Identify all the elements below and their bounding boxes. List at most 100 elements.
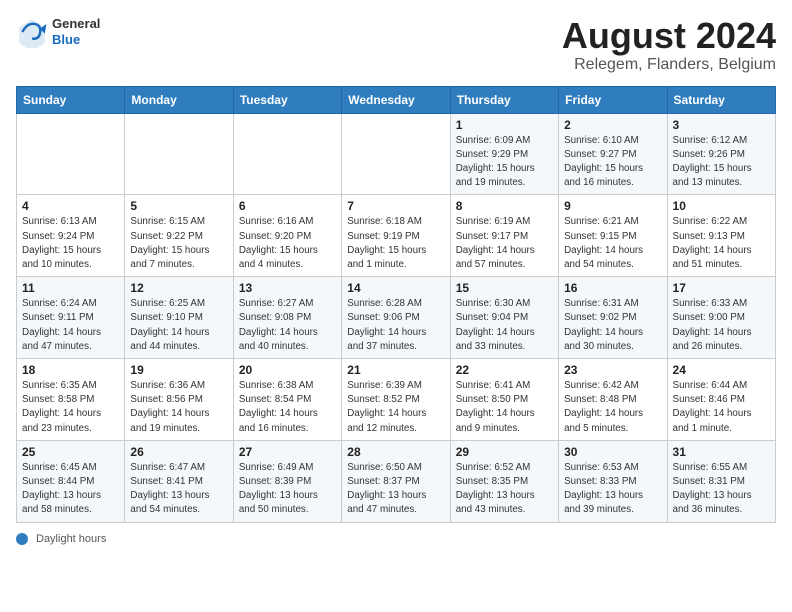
- calendar-cell: 17 Sunrise: 6:33 AM Sunset: 9:00 PM Dayli…: [667, 277, 775, 359]
- calendar-day-header: Monday: [125, 86, 233, 113]
- day-info: Sunrise: 6:44 AM Sunset: 8:46 PM Dayligh…: [673, 379, 770, 436]
- day-number: 10: [673, 199, 770, 213]
- calendar-cell: 2Sunrise: 6:10 AM Sunset: 9:27 PM Daylig…: [559, 113, 667, 195]
- calendar-week-row: 4 Sunrise: 6:13 AM Sunset: 9:24 PM Daylig…: [17, 195, 776, 277]
- day-info: Sunrise: 6:36 AM Sunset: 8:56 PM Dayligh…: [130, 379, 227, 436]
- day-number: 7: [347, 199, 444, 213]
- day-info: Sunrise: 6:24 AM Sunset: 9:11 PM Dayligh…: [22, 297, 119, 354]
- calendar-cell: 6 Sunrise: 6:16 AM Sunset: 9:20 PM Daylig…: [233, 195, 341, 277]
- day-info: Sunrise: 6:41 AM Sunset: 8:50 PM Dayligh…: [456, 379, 553, 436]
- day-info: Sunrise: 6:13 AM Sunset: 9:24 PM Dayligh…: [22, 215, 119, 272]
- calendar-cell: 30 Sunrise: 6:53 AM Sunset: 8:33 PM Dayli…: [559, 440, 667, 522]
- calendar-cell: [17, 113, 125, 195]
- calendar-day-header: Sunday: [17, 86, 125, 113]
- day-number: 8: [456, 199, 553, 213]
- calendar-week-row: 18 Sunrise: 6:35 AM Sunset: 8:58 PM Dayli…: [17, 359, 776, 441]
- day-info: Sunrise: 6:31 AM Sunset: 9:02 PM Dayligh…: [564, 297, 661, 354]
- day-info: Sunrise: 6:50 AM Sunset: 8:37 PM Dayligh…: [347, 461, 444, 518]
- day-number: 5: [130, 199, 227, 213]
- calendar-cell: 5 Sunrise: 6:15 AM Sunset: 9:22 PM Daylig…: [125, 195, 233, 277]
- calendar-cell: 7 Sunrise: 6:18 AM Sunset: 9:19 PM Daylig…: [342, 195, 450, 277]
- calendar-cell: 27 Sunrise: 6:49 AM Sunset: 8:39 PM Dayli…: [233, 440, 341, 522]
- day-info: Sunrise: 6:19 AM Sunset: 9:17 PM Dayligh…: [456, 215, 553, 272]
- day-number: 18: [22, 363, 119, 377]
- day-number: 3: [673, 118, 770, 132]
- calendar-cell: 15 Sunrise: 6:30 AM Sunset: 9:04 PM Dayli…: [450, 277, 558, 359]
- day-info: Sunrise: 6:45 AM Sunset: 8:44 PM Dayligh…: [22, 461, 119, 518]
- day-number: 20: [239, 363, 336, 377]
- day-info: Sunrise: 6:16 AM Sunset: 9:20 PM Dayligh…: [239, 215, 336, 272]
- page-header: General Blue August 2024 Relegem, Flande…: [16, 16, 776, 74]
- day-number: 23: [564, 363, 661, 377]
- calendar-cell: 26 Sunrise: 6:47 AM Sunset: 8:41 PM Dayli…: [125, 440, 233, 522]
- calendar-cell: 19 Sunrise: 6:36 AM Sunset: 8:56 PM Dayli…: [125, 359, 233, 441]
- calendar-cell: 21Sunrise: 6:39 AM Sunset: 8:52 PM Dayli…: [342, 359, 450, 441]
- day-number: 19: [130, 363, 227, 377]
- day-number: 17: [673, 281, 770, 295]
- day-number: 11: [22, 281, 119, 295]
- day-number: 24: [673, 363, 770, 377]
- day-number: 12: [130, 281, 227, 295]
- day-number: 15: [456, 281, 553, 295]
- day-number: 31: [673, 445, 770, 459]
- logo-general: General: [52, 16, 100, 32]
- day-number: 4: [22, 199, 119, 213]
- day-info: Sunrise: 6:21 AM Sunset: 9:15 PM Dayligh…: [564, 215, 661, 272]
- calendar-day-header: Tuesday: [233, 86, 341, 113]
- day-info: Sunrise: 6:30 AM Sunset: 9:04 PM Dayligh…: [456, 297, 553, 354]
- day-number: 1: [456, 118, 553, 132]
- calendar-cell: 14Sunrise: 6:28 AM Sunset: 9:06 PM Dayli…: [342, 277, 450, 359]
- calendar-week-row: 1Sunrise: 6:09 AM Sunset: 9:29 PM Daylig…: [17, 113, 776, 195]
- day-info: Sunrise: 6:53 AM Sunset: 8:33 PM Dayligh…: [564, 461, 661, 518]
- footer-label: Daylight hours: [36, 533, 106, 545]
- calendar-week-row: 25 Sunrise: 6:45 AM Sunset: 8:44 PM Dayli…: [17, 440, 776, 522]
- day-number: 9: [564, 199, 661, 213]
- day-info: Sunrise: 6:52 AM Sunset: 8:35 PM Dayligh…: [456, 461, 553, 518]
- day-info: Sunrise: 6:47 AM Sunset: 8:41 PM Dayligh…: [130, 461, 227, 518]
- calendar-day-header: Friday: [559, 86, 667, 113]
- day-number: 6: [239, 199, 336, 213]
- calendar-cell: 18 Sunrise: 6:35 AM Sunset: 8:58 PM Dayli…: [17, 359, 125, 441]
- day-number: 25: [22, 445, 119, 459]
- day-info: Sunrise: 6:25 AM Sunset: 9:10 PM Dayligh…: [130, 297, 227, 354]
- footer-dot: [16, 533, 28, 545]
- calendar-cell: 8 Sunrise: 6:19 AM Sunset: 9:17 PM Daylig…: [450, 195, 558, 277]
- day-info: Sunrise: 6:15 AM Sunset: 9:22 PM Dayligh…: [130, 215, 227, 272]
- calendar-cell: 13Sunrise: 6:27 AM Sunset: 9:08 PM Dayli…: [233, 277, 341, 359]
- day-info: Sunrise: 6:33 AM Sunset: 9:00 PM Dayligh…: [673, 297, 770, 354]
- calendar-table: SundayMondayTuesdayWednesdayThursdayFrid…: [16, 86, 776, 523]
- day-info: Sunrise: 6:49 AM Sunset: 8:39 PM Dayligh…: [239, 461, 336, 518]
- calendar-cell: 4 Sunrise: 6:13 AM Sunset: 9:24 PM Daylig…: [17, 195, 125, 277]
- day-info: Sunrise: 6:55 AM Sunset: 8:31 PM Dayligh…: [673, 461, 770, 518]
- calendar-day-header: Thursday: [450, 86, 558, 113]
- calendar-cell: 16 Sunrise: 6:31 AM Sunset: 9:02 PM Dayli…: [559, 277, 667, 359]
- calendar-week-row: 11 Sunrise: 6:24 AM Sunset: 9:11 PM Dayli…: [17, 277, 776, 359]
- calendar-cell: 25 Sunrise: 6:45 AM Sunset: 8:44 PM Dayli…: [17, 440, 125, 522]
- calendar-cell: [125, 113, 233, 195]
- day-number: 13: [239, 281, 336, 295]
- day-info: Sunrise: 6:38 AM Sunset: 8:54 PM Dayligh…: [239, 379, 336, 436]
- day-info: Sunrise: 6:18 AM Sunset: 9:19 PM Dayligh…: [347, 215, 444, 272]
- day-number: 2: [564, 118, 661, 132]
- footer: Daylight hours: [16, 533, 776, 545]
- logo-text: General Blue: [52, 16, 100, 47]
- day-number: 30: [564, 445, 661, 459]
- logo: General Blue: [16, 16, 100, 48]
- logo-icon: [16, 16, 48, 48]
- day-info: Sunrise: 6:28 AM Sunset: 9:06 PM Dayligh…: [347, 297, 444, 354]
- calendar-cell: [342, 113, 450, 195]
- day-info: Sunrise: 6:39 AM Sunset: 8:52 PM Dayligh…: [347, 379, 444, 436]
- calendar-cell: 23 Sunrise: 6:42 AM Sunset: 8:48 PM Dayli…: [559, 359, 667, 441]
- day-number: 27: [239, 445, 336, 459]
- day-info: Sunrise: 6:35 AM Sunset: 8:58 PM Dayligh…: [22, 379, 119, 436]
- calendar-cell: 24 Sunrise: 6:44 AM Sunset: 8:46 PM Dayli…: [667, 359, 775, 441]
- day-info: Sunrise: 6:42 AM Sunset: 8:48 PM Dayligh…: [564, 379, 661, 436]
- calendar-cell: 31 Sunrise: 6:55 AM Sunset: 8:31 PM Dayli…: [667, 440, 775, 522]
- day-number: 26: [130, 445, 227, 459]
- day-info: Sunrise: 6:22 AM Sunset: 9:13 PM Dayligh…: [673, 215, 770, 272]
- calendar-cell: 9 Sunrise: 6:21 AM Sunset: 9:15 PM Daylig…: [559, 195, 667, 277]
- month-year: August 2024: [562, 16, 776, 56]
- calendar-header-row: SundayMondayTuesdayWednesdayThursdayFrid…: [17, 86, 776, 113]
- calendar-cell: 12 Sunrise: 6:25 AM Sunset: 9:10 PM Dayli…: [125, 277, 233, 359]
- day-number: 16: [564, 281, 661, 295]
